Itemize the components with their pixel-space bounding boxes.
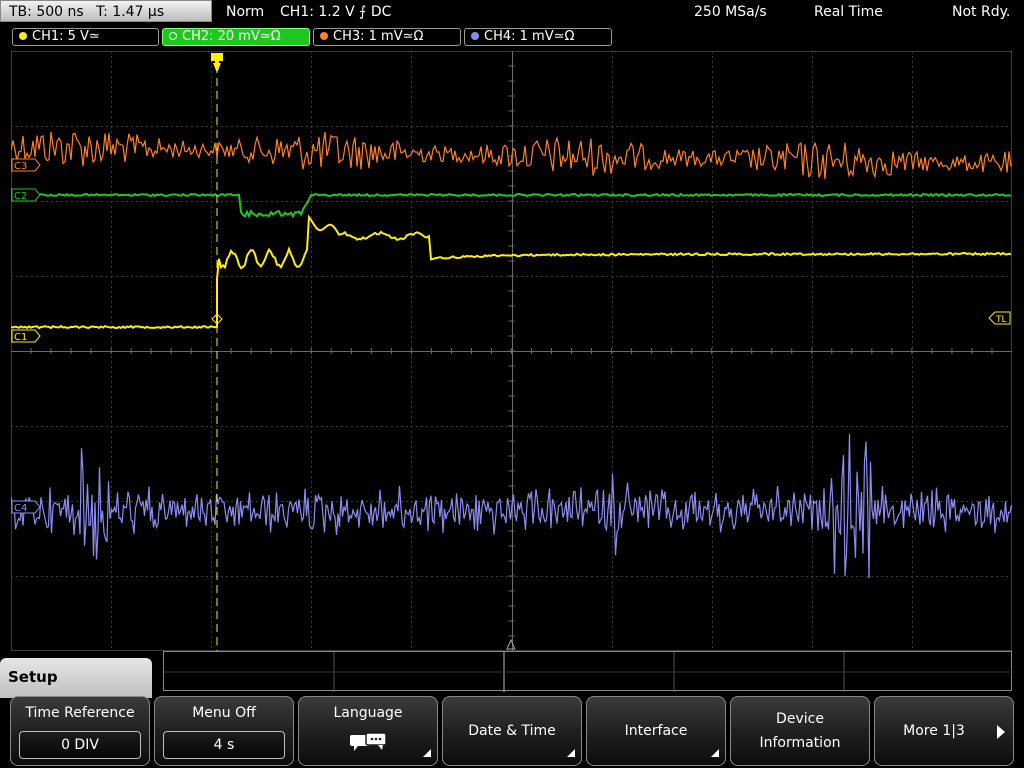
ch4-marker-label: C4 (14, 503, 27, 514)
trigger-level-label: TL (995, 315, 1007, 325)
sample-rate: 250 MSa/s (694, 4, 767, 20)
ch3-color-dot-icon (320, 32, 328, 40)
menu-off-value[interactable]: 4 s (163, 731, 285, 759)
date-time-key[interactable]: Date & Time (442, 696, 582, 766)
status-bar: TB: 500 ns T: 1.47 µs Norm CH1: 1.2 V ⨍ … (0, 0, 1024, 24)
submenu-corner-icon (423, 749, 431, 757)
ch2-offset-marker[interactable]: C2 (11, 188, 41, 202)
ch4-offset-marker[interactable]: C4 (11, 500, 41, 514)
time-reference-value[interactable]: 0 DIV (19, 731, 141, 759)
device-information-key[interactable]: Device Information (730, 696, 870, 766)
ch2-color-dot-icon (169, 32, 177, 40)
channel-label: CH1: 5 V≃ (32, 29, 100, 44)
ch1-color-dot-icon (19, 32, 27, 40)
waveform-display[interactable]: C3 C2 C1 C4 TL (11, 51, 1012, 651)
channel-tab-ch1[interactable]: CH1: 5 V≃ (12, 28, 159, 46)
next-page-arrow-icon (997, 725, 1005, 739)
trigger-time-value: T: 1.47 µs (96, 4, 165, 20)
key-label: Language (333, 705, 403, 721)
channel-label: CH3: 1 mV≃Ω (333, 29, 424, 44)
key-label: Menu Off (192, 705, 256, 721)
ch1-offset-marker[interactable]: C1 (11, 329, 41, 343)
ch3-marker-label: C3 (14, 161, 27, 172)
language-speech-bubbles-icon (350, 732, 387, 751)
key-label: More 1|3 (903, 723, 965, 739)
run-state: Not Rdy. (952, 4, 1011, 20)
trigger-mode[interactable]: Norm (226, 0, 264, 24)
key-label: Time Reference (25, 705, 135, 721)
menu-title-tab: Setup (0, 658, 152, 698)
key-label: Interface (624, 723, 688, 739)
timebase-value: TB: 500 ns (9, 4, 84, 20)
menu-off-key[interactable]: Menu Off 4 s (154, 696, 294, 766)
ch1-marker-label: C1 (14, 332, 27, 343)
more-menu-key[interactable]: More 1|3 (874, 696, 1014, 766)
acquisition-mode: Real Time (814, 4, 883, 20)
channel-tab-ch3[interactable]: CH3: 1 mV≃Ω (313, 28, 461, 46)
ch4-color-dot-icon (471, 32, 479, 40)
channel-label: CH2: 20 mV≃Ω (182, 29, 281, 44)
channel-tab-ch2[interactable]: CH2: 20 mV≃Ω (162, 28, 310, 46)
key-label: Date & Time (468, 723, 556, 739)
language-key[interactable]: Language (298, 696, 438, 766)
channel-label: CH4: 1 mV≃Ω (484, 29, 575, 44)
history-bar[interactable] (163, 651, 1013, 692)
key-label: Device Information (759, 711, 841, 751)
ch3-offset-marker[interactable]: C3 (11, 158, 41, 172)
submenu-corner-icon (711, 749, 719, 757)
trigger-info[interactable]: CH1: 1.2 V ⨍ DC (280, 0, 391, 24)
ch2-marker-label: C2 (14, 191, 27, 202)
timebase-box[interactable]: TB: 500 ns T: 1.47 µs (0, 0, 212, 22)
channel-tab-ch4[interactable]: CH4: 1 mV≃Ω (464, 28, 612, 46)
time-reference-key[interactable]: Time Reference 0 DIV (10, 696, 150, 766)
submenu-corner-icon (567, 749, 575, 757)
interface-key[interactable]: Interface (586, 696, 726, 766)
